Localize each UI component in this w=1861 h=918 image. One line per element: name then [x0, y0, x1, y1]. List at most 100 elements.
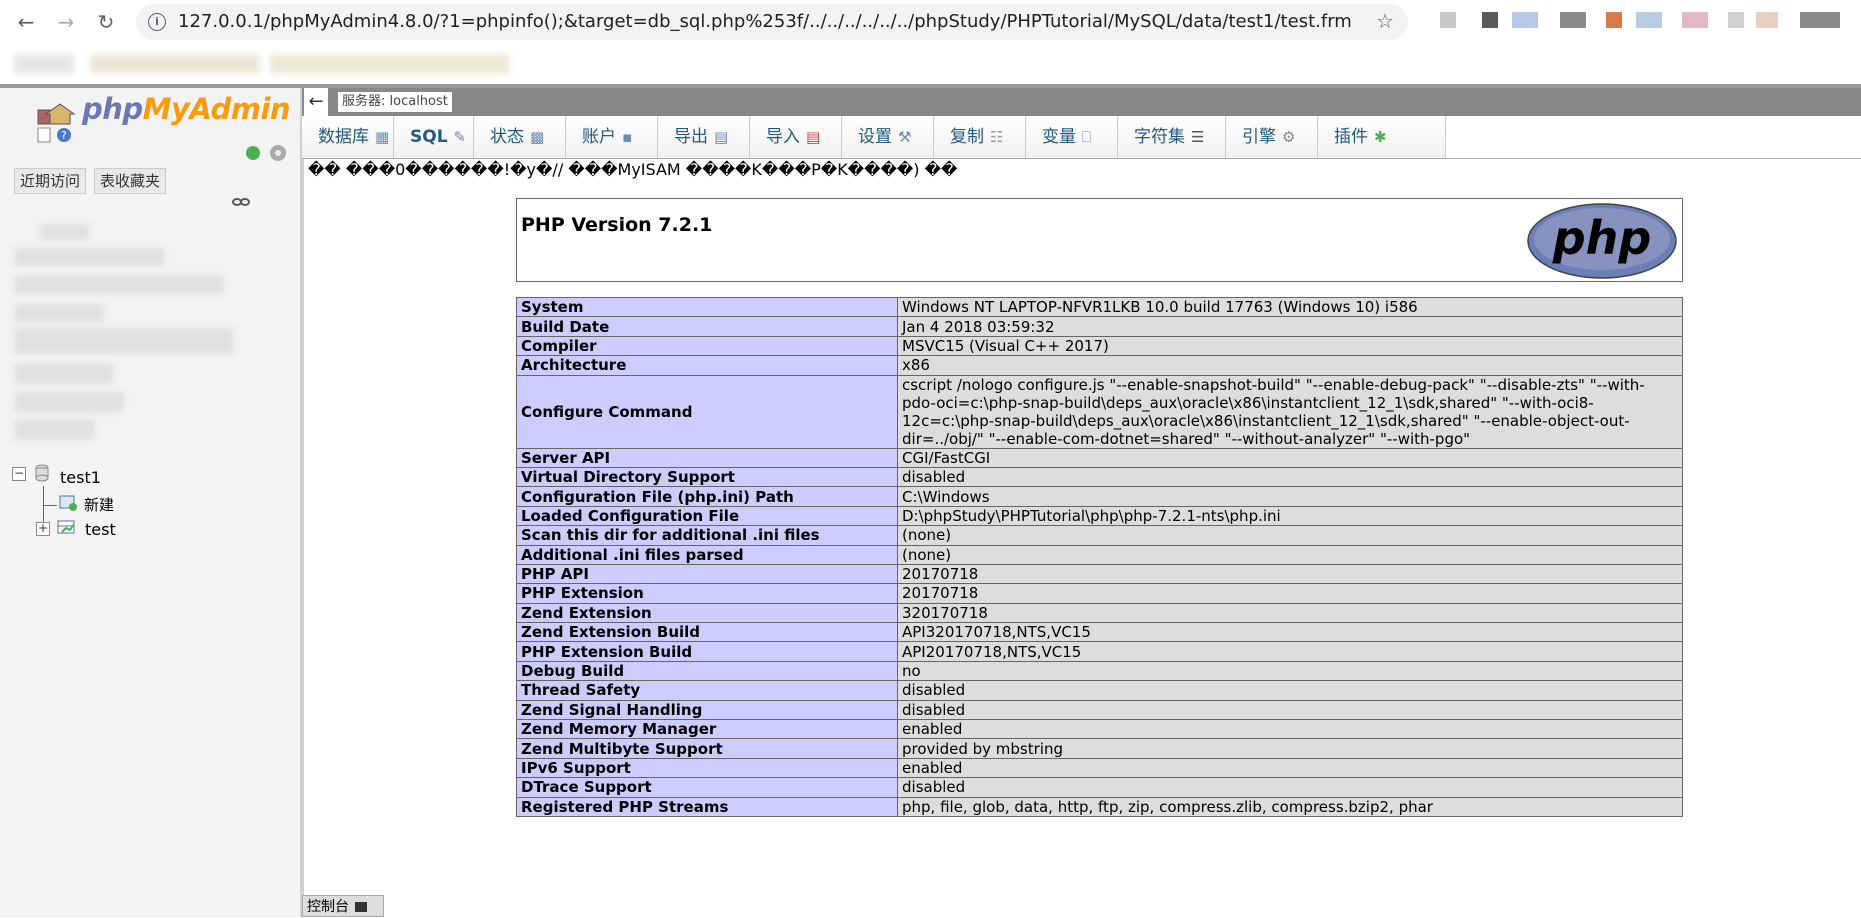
- extension-icon[interactable]: [1636, 12, 1662, 28]
- extension-icon[interactable]: [1606, 12, 1622, 28]
- tab-import[interactable]: 导入 ▤: [750, 116, 842, 158]
- recent-tables-button[interactable]: 近期访问: [14, 168, 87, 194]
- bookmark-item[interactable]: [14, 54, 74, 74]
- blurred-db-item[interactable]: [40, 224, 90, 240]
- expand-icon[interactable]: +: [36, 522, 50, 536]
- address-url[interactable]: 127.0.0.1/phpMyAdmin4.8.0/?1=phpinfo();&…: [178, 11, 1352, 32]
- tree-table-test[interactable]: test: [85, 520, 116, 539]
- extension-icon[interactable]: [1512, 12, 1538, 28]
- tree-database-test1[interactable]: test1: [60, 468, 101, 487]
- favorite-tables-button[interactable]: 表收藏夹: [94, 168, 167, 194]
- server-breadcrumb[interactable]: 服务器: localhost: [338, 92, 452, 112]
- tab-plugins[interactable]: 插件 ✱: [1318, 116, 1446, 158]
- site-info-icon[interactable]: i: [148, 13, 166, 31]
- phpinfo-key: Thread Safety: [516, 680, 898, 701]
- new-table-icon[interactable]: [58, 494, 78, 512]
- phpinfo-key: Virtual Directory Support: [516, 466, 898, 488]
- tab-variables[interactable]: 变量 ⎕: [1026, 116, 1118, 158]
- tab-replication[interactable]: 复制 ☷: [934, 116, 1026, 158]
- blurred-db-item[interactable]: [14, 392, 124, 412]
- reload-icon[interactable]: ↻: [94, 10, 118, 34]
- phpinfo-value: enabled: [897, 757, 1683, 779]
- bookmark-star-icon[interactable]: ☆: [1376, 9, 1394, 33]
- link-icon[interactable]: [232, 196, 250, 208]
- tab-engines[interactable]: 引擎 ⚙: [1226, 116, 1318, 158]
- extension-icon[interactable]: [1682, 12, 1708, 28]
- phpinfo-row: Debug Build no: [516, 660, 1683, 682]
- blurred-db-item[interactable]: [14, 276, 224, 294]
- phpinfo-row: Zend Extension 320170718: [516, 602, 1683, 624]
- tab-export[interactable]: 导出 ▤: [658, 116, 750, 158]
- blurred-db-item[interactable]: [14, 248, 164, 266]
- phpinfo-key: Build Date: [516, 316, 898, 337]
- extension-icon[interactable]: [1560, 12, 1586, 28]
- tab-status[interactable]: 状态 ▩: [474, 116, 566, 158]
- phpinfo-row: Loaded Configuration File D:\phpStudy\PHP…: [516, 505, 1683, 527]
- phpinfo-value: Jan 4 2018 03:59:32: [897, 316, 1683, 337]
- plugin-icon: ✱: [1374, 128, 1387, 146]
- reload-navigation-icon[interactable]: [244, 142, 290, 164]
- extension-icon[interactable]: [1756, 12, 1778, 28]
- address-bar[interactable]: i 127.0.0.1/phpMyAdmin4.8.0/?1=phpinfo()…: [136, 4, 1408, 40]
- phpinfo-row: Zend Signal Handling disabled: [516, 699, 1683, 721]
- php-version-title: PHP Version 7.2.1: [521, 214, 713, 236]
- home-icon[interactable]: [36, 102, 80, 126]
- extension-icon[interactable]: [1440, 12, 1456, 28]
- extension-icon[interactable]: [1482, 12, 1498, 28]
- phpinfo-key: System: [516, 296, 898, 318]
- collapse-icon[interactable]: −: [12, 467, 26, 481]
- phpinfo-row: Architecture x86: [516, 355, 1683, 376]
- sql-icon: ✎: [453, 128, 467, 146]
- phpinfo-key: Architecture: [516, 355, 898, 376]
- blurred-db-item[interactable]: [14, 420, 94, 440]
- php-logo[interactable]: php: [1526, 202, 1678, 280]
- phpinfo-row: PHP API 20170718: [516, 563, 1683, 585]
- blurred-db-item[interactable]: [14, 304, 104, 322]
- phpinfo-row: Zend Memory Manager enabled: [516, 719, 1683, 740]
- tab-settings[interactable]: 设置 ⚒: [842, 116, 934, 158]
- blurred-db-item[interactable]: [14, 328, 234, 354]
- tab-charsets[interactable]: 字符集 ☰: [1118, 116, 1226, 158]
- bookmark-item[interactable]: [90, 54, 260, 74]
- charset-icon: ☰: [1191, 128, 1205, 146]
- phpinfo-value: CGI/FastCGI: [897, 447, 1683, 468]
- phpmyadmin-logo[interactable]: phpMyAdmin ?: [32, 92, 292, 143]
- phpinfo-key: Zend Memory Manager: [516, 719, 898, 740]
- bookmark-item[interactable]: [270, 54, 510, 74]
- svg-text:?: ?: [61, 129, 67, 142]
- phpinfo-value: disabled: [897, 680, 1683, 701]
- tree-new-link[interactable]: 新建: [84, 494, 114, 515]
- phpinfo-key: Zend Signal Handling: [516, 699, 898, 721]
- phpinfo-row: Compiler MSVC15 (Visual C++ 2017): [516, 335, 1683, 357]
- phpinfo-value: cscript /nologo configure.js "--enable-s…: [897, 374, 1683, 449]
- table-icon: [57, 520, 75, 534]
- help-icon[interactable]: ?: [36, 126, 76, 144]
- phpinfo-row: Scan this dir for additional .ini files(…: [516, 525, 1683, 546]
- phpinfo-key: Server API: [516, 447, 898, 468]
- top-menu: 数据库 ▦ SQL ✎ 状态 ▩ 账户 ▪ 导出 ▤ 导入 ▤ 设置 ⚒ 复制 ☷ 变量 ⎕ 字符…: [302, 116, 1861, 159]
- console-label: 控制台: [307, 899, 349, 915]
- blurred-db-item[interactable]: [14, 364, 114, 384]
- logo-text: phpMyAdmin: [82, 92, 291, 126]
- phpinfo-row: System Windows NT LAPTOP-NFVR1LKB 10.0 bu…: [516, 296, 1683, 318]
- browser-toolbar: ← → ↻ i 127.0.0.1/phpMyAdmin4.8.0/?1=php…: [0, 0, 1861, 44]
- console-toggle[interactable]: 控制台: [302, 895, 384, 917]
- back-arrow-icon[interactable]: ←: [304, 88, 328, 116]
- phpinfo-value: 20170718: [897, 583, 1683, 604]
- phpinfo-value: D:\phpStudy\PHPTutorial\php\php-7.2.1-nt…: [897, 505, 1683, 527]
- tree-line: [43, 505, 57, 506]
- extension-icon[interactable]: [1728, 12, 1744, 28]
- tab-databases[interactable]: 数据库 ▦: [302, 116, 394, 158]
- server-breadcrumb-bar: ← 服务器: localhost: [302, 88, 1861, 116]
- phpinfo-key: Configure Command: [516, 374, 898, 449]
- phpinfo-value: 320170718: [897, 602, 1683, 624]
- phpinfo-row: DTrace Support disabled: [516, 777, 1683, 798]
- phpinfo-value: API20170718,NTS,VC15: [897, 641, 1683, 662]
- forward-arrow-icon[interactable]: →: [54, 10, 78, 34]
- extension-icon[interactable]: [1800, 12, 1840, 28]
- phpinfo-value: (none): [897, 544, 1683, 565]
- tab-sql[interactable]: SQL ✎: [394, 116, 474, 158]
- tab-accounts[interactable]: 账户 ▪: [566, 116, 658, 158]
- phpinfo-key: Debug Build: [516, 660, 898, 682]
- back-arrow-icon[interactable]: ←: [14, 10, 38, 34]
